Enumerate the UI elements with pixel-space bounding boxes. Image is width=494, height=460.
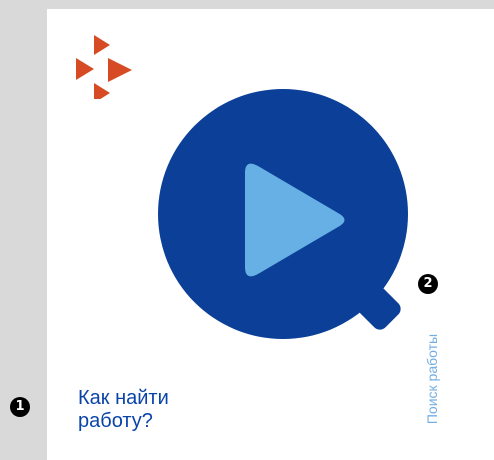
brand-logo-icon xyxy=(76,35,132,99)
logo-arrow-top xyxy=(94,35,110,55)
video-search-icon[interactable] xyxy=(158,89,458,389)
logo-arrow-left xyxy=(76,58,94,80)
logo-arrow-right xyxy=(108,58,132,82)
card-title: Как найти работу? xyxy=(78,387,169,432)
logo-arrow-bottom xyxy=(94,83,110,99)
callout-1-badge: 1 xyxy=(10,397,30,417)
vertical-section-label: Поиск работы xyxy=(424,333,440,425)
callout-2-badge: 2 xyxy=(418,274,438,294)
